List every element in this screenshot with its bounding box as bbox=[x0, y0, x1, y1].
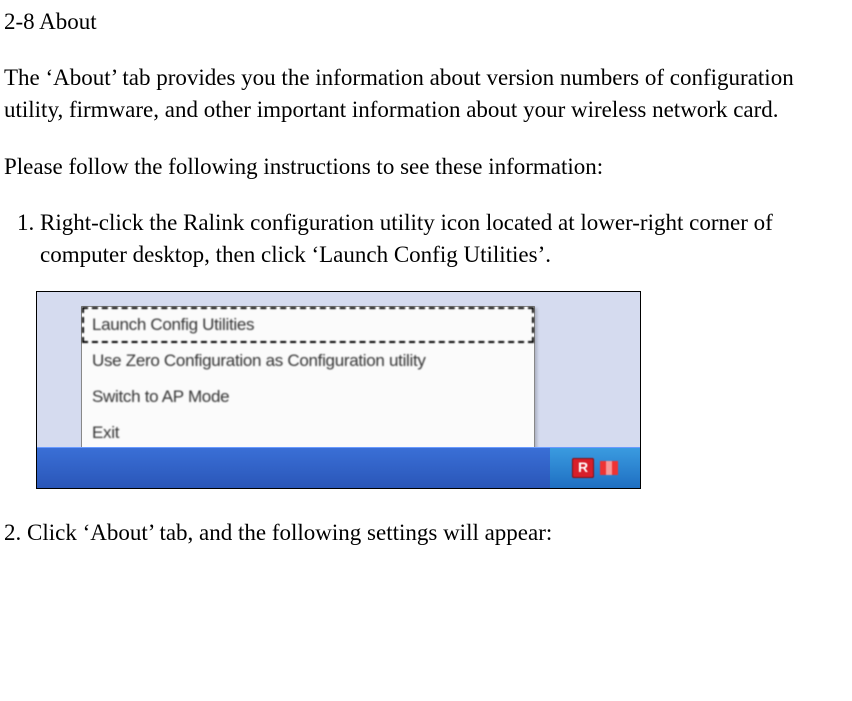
menu-item-label: Use Zero Configuration as Configuration … bbox=[92, 351, 426, 370]
instruction-lead: Please follow the following instructions… bbox=[4, 151, 848, 183]
menu-item-label: Exit bbox=[92, 423, 119, 442]
step-2-text: 2. Click ‘About’ tab, and the following … bbox=[4, 520, 552, 545]
menu-item-use-zero-config[interactable]: Use Zero Configuration as Configuration … bbox=[82, 343, 534, 379]
intro-paragraph-text: The ‘About’ tab provides you the informa… bbox=[4, 65, 794, 122]
intro-paragraph: The ‘About’ tab provides you the informa… bbox=[4, 62, 848, 126]
ralink-tray-icon[interactable]: R bbox=[572, 458, 594, 478]
context-menu: Launch Config Utilities Use Zero Configu… bbox=[81, 306, 535, 451]
flag-tray-icon[interactable] bbox=[600, 461, 618, 475]
menu-item-label: Launch Config Utilities bbox=[92, 315, 254, 334]
instruction-lead-text: Please follow the following instructions… bbox=[4, 154, 603, 179]
menu-item-switch-ap-mode[interactable]: Switch to AP Mode bbox=[82, 379, 534, 415]
menu-item-exit[interactable]: Exit bbox=[82, 415, 534, 451]
step-1-number: 1. bbox=[17, 210, 34, 235]
step-1: 1. Right-click the Ralink configuration … bbox=[4, 207, 848, 271]
section-heading: 2-8 About bbox=[4, 6, 848, 38]
windows-taskbar: R bbox=[37, 447, 640, 488]
step-2: 2. Click ‘About’ tab, and the following … bbox=[4, 517, 848, 549]
menu-item-label: Switch to AP Mode bbox=[92, 387, 229, 406]
step-1-text: Right-click the Ralink configuration uti… bbox=[40, 210, 773, 267]
system-tray: R bbox=[550, 448, 640, 488]
menu-item-launch-config[interactable]: Launch Config Utilities bbox=[82, 307, 534, 343]
section-heading-text: 2-8 About bbox=[4, 9, 97, 34]
tray-screenshot: Launch Config Utilities Use Zero Configu… bbox=[36, 291, 641, 489]
